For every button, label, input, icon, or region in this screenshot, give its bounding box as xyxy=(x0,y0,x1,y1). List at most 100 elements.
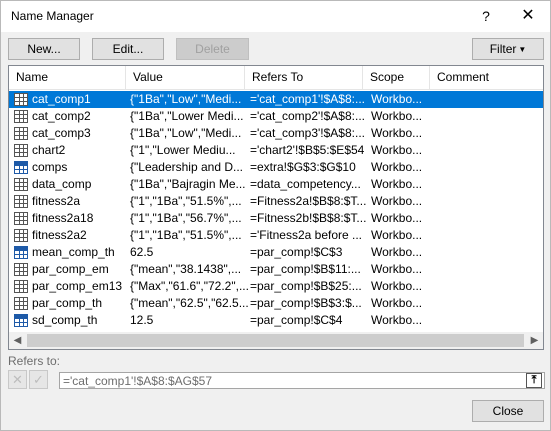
table-icon xyxy=(14,280,28,293)
table-icon xyxy=(14,144,28,157)
row-name: cat_comp1 xyxy=(32,92,91,106)
row-scope: Workbo... xyxy=(371,194,423,208)
row-name: mean_comp_th xyxy=(32,245,115,259)
table-icon xyxy=(14,127,28,140)
row-name: fitness2a2 xyxy=(32,228,87,242)
new-button[interactable]: New... xyxy=(8,38,80,60)
row-refers-to: ='chart2'!$B$5:$E$54 xyxy=(250,143,365,157)
table-row[interactable]: sd_comp_th 12.5 =par_comp!$C$4 Workbo... xyxy=(9,312,543,329)
table-row[interactable]: par_comp_em13 {"Max","61.6","72.2",... =pa… xyxy=(9,278,543,295)
row-name: comps xyxy=(32,160,68,174)
row-value: {"1","Lower Mediu... xyxy=(130,143,236,157)
row-value: {"1Ba","Bajragin Me... xyxy=(130,177,246,191)
row-name: fitness2a xyxy=(32,194,81,208)
row-refers-to: =Fitness2b!$B$8:$T... xyxy=(250,211,366,225)
row-name: fitness2a18 xyxy=(32,211,94,225)
column-header-name[interactable]: Name xyxy=(9,66,126,89)
row-scope: Workbo... xyxy=(371,160,423,174)
row-scope: Workbo... xyxy=(371,279,423,293)
row-value: {"1Ba","Lower Medi... xyxy=(130,109,244,123)
named-range-icon xyxy=(14,161,28,174)
named-range-icon xyxy=(14,314,28,327)
table-icon xyxy=(14,263,28,276)
table-row[interactable]: fitness2a {"1","1Ba","51.5%",... =Fitness2… xyxy=(9,193,543,210)
column-header-scope[interactable]: Scope xyxy=(363,66,430,89)
row-value: {"Max","61.6","72.2",... xyxy=(130,279,248,293)
row-scope: Workbo... xyxy=(371,211,423,225)
table-row[interactable]: fitness2a18 {"1","1Ba","56.7%",... =Fitnes… xyxy=(9,210,543,227)
chevron-down-icon: ▼ xyxy=(518,45,527,54)
table-icon xyxy=(14,195,28,208)
row-scope: Workbo... xyxy=(371,262,423,276)
row-refers-to: ='Fitness2a before ... xyxy=(250,228,363,242)
row-name: cat_comp2 xyxy=(32,109,91,123)
table-row[interactable]: cat_comp1 {"1Ba","Low","Medi... ='cat_comp… xyxy=(9,91,543,108)
row-name: data_comp xyxy=(32,177,92,191)
check-icon[interactable]: ✓ xyxy=(29,370,48,389)
row-value: 62.5 xyxy=(130,245,154,259)
filter-button[interactable]: Filter ▼ xyxy=(472,38,544,60)
row-name: cat_comp3 xyxy=(32,126,91,140)
refers-to-input[interactable] xyxy=(59,372,545,389)
row-value: {"1","1Ba","51.5%",... xyxy=(130,228,242,242)
table-icon xyxy=(14,229,28,242)
row-scope: Workbo... xyxy=(371,228,423,242)
table-icon xyxy=(14,297,28,310)
row-refers-to: =par_comp!$B$11:... xyxy=(250,262,361,276)
dialog-title: Name Manager xyxy=(11,9,94,23)
row-name: sd_comp_th xyxy=(32,313,98,327)
row-refers-to: ='cat_comp3'!$A$8:... xyxy=(250,126,365,140)
table-icon xyxy=(14,212,28,225)
edit-button[interactable]: Edit... xyxy=(92,38,164,60)
row-refers-to: =par_comp!$B$25:... xyxy=(250,279,362,293)
row-scope: Workbo... xyxy=(371,245,423,259)
title-bar: Name Manager ? ✕ xyxy=(1,1,550,32)
row-refers-to: ='cat_comp2'!$A$8:... xyxy=(250,109,365,123)
list-header: Name Value Refers To Scope Comment xyxy=(9,66,543,90)
table-row[interactable]: comps {"Leadership and D... =extra!$G$3:$G… xyxy=(9,159,543,176)
row-scope: Workbo... xyxy=(371,177,423,191)
filter-label: Filter xyxy=(489,42,517,56)
row-value: {"mean","62.5","62.5... xyxy=(130,296,248,310)
scroll-left-icon[interactable]: ◀ xyxy=(9,332,26,349)
row-refers-to: =extra!$G$3:$G$10 xyxy=(250,160,356,174)
collapse-dialog-icon[interactable]: ⤒ xyxy=(526,373,542,388)
cancel-icon[interactable]: ✕ xyxy=(8,370,27,389)
column-header-refers-to[interactable]: Refers To xyxy=(245,66,363,89)
row-scope: Workbo... xyxy=(371,143,423,157)
row-name: chart2 xyxy=(32,143,66,157)
table-row[interactable]: data_comp {"1Ba","Bajragin Me... =data_com… xyxy=(9,176,543,193)
table-row[interactable]: chart2 {"1","Lower Mediu... ='chart2'!$B$5… xyxy=(9,142,543,159)
table-icon xyxy=(14,93,28,106)
row-scope: Workbo... xyxy=(371,313,423,327)
table-row[interactable]: fitness2a2 {"1","1Ba","51.5%",... ='Fitnes… xyxy=(9,227,543,244)
names-list[interactable]: Name Value Refers To Scope Comment cat_c… xyxy=(8,65,544,350)
table-row[interactable]: cat_comp2 {"1Ba","Lower Medi... ='cat_comp… xyxy=(9,108,543,125)
row-value: {"mean","38.1438",... xyxy=(130,262,242,276)
refers-to-label: Refers to: xyxy=(8,354,61,368)
help-button[interactable]: ? xyxy=(471,4,501,28)
table-row[interactable]: par_comp_em {"mean","38.1438",... =par_com… xyxy=(9,261,543,278)
column-header-value[interactable]: Value xyxy=(126,66,245,89)
row-refers-to: =par_comp!$B$3:$... xyxy=(250,296,362,310)
close-window-button[interactable]: ✕ xyxy=(513,4,543,28)
row-scope: Workbo... xyxy=(371,92,423,106)
row-value: {"1","1Ba","51.5%",... xyxy=(130,194,242,208)
row-value: {"Leadership and D... xyxy=(130,160,244,174)
row-refers-to: ='cat_comp1'!$A$8:... xyxy=(250,92,365,106)
row-name: par_comp_em xyxy=(32,262,109,276)
row-refers-to: =Fitness2a!$B$8:$T... xyxy=(250,194,366,208)
delete-button[interactable]: Delete xyxy=(176,38,249,60)
table-row[interactable]: cat_comp3 {"1Ba","Low","Medi... ='cat_comp… xyxy=(9,125,543,142)
column-header-comment[interactable]: Comment xyxy=(430,66,543,89)
table-row[interactable]: mean_comp_th 62.5 =par_comp!$C$3 Workbo... xyxy=(9,244,543,261)
row-refers-to: =par_comp!$C$3 xyxy=(250,245,343,259)
row-name: par_comp_em13 xyxy=(32,279,123,293)
scroll-thumb[interactable] xyxy=(27,334,524,347)
table-row[interactable]: par_comp_th {"mean","62.5","62.5... =par_c… xyxy=(9,295,543,312)
close-button[interactable]: Close xyxy=(472,400,544,422)
scroll-right-icon[interactable]: ▶ xyxy=(526,332,543,349)
horizontal-scrollbar[interactable]: ◀ ▶ xyxy=(9,332,543,349)
row-refers-to: =par_comp!$C$4 xyxy=(250,313,343,327)
row-value: 12.5 xyxy=(130,313,154,327)
